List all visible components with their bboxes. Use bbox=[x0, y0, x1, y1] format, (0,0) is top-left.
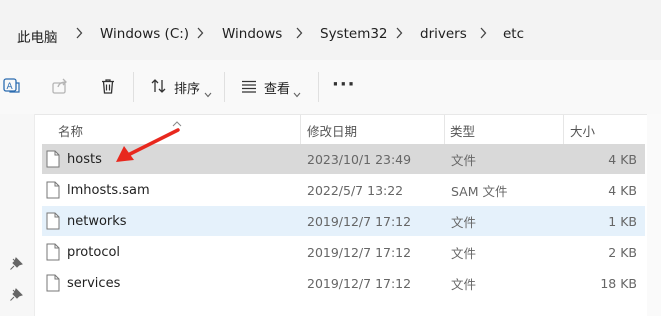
file-name: hosts bbox=[67, 151, 102, 167]
file-size: 18 KB bbox=[600, 275, 637, 291]
breadcrumb-drivers[interactable]: drivers bbox=[420, 26, 467, 42]
chevron-right-icon[interactable] bbox=[194, 23, 206, 43]
file-size: 2 KB bbox=[608, 244, 637, 260]
file-type: 文件 bbox=[451, 276, 477, 292]
sort-icon[interactable] bbox=[149, 76, 169, 96]
column-header-size[interactable]: 大小 bbox=[558, 115, 644, 145]
vertical-scrollbar[interactable] bbox=[647, 114, 661, 316]
breadcrumb-this-pc[interactable]: 此电脑 bbox=[17, 26, 58, 46]
file-modified: 2023/10/1 23:49 bbox=[307, 151, 412, 167]
file-modified: 2019/12/7 17:12 bbox=[307, 244, 412, 260]
toolbar-divider bbox=[133, 72, 134, 102]
file-icon bbox=[46, 150, 60, 172]
column-header-type-label: 类型 bbox=[450, 123, 476, 139]
column-header-modified[interactable]: 修改日期 bbox=[295, 115, 445, 145]
file-type: 文件 bbox=[451, 214, 477, 230]
toolbar-divider bbox=[318, 72, 319, 102]
view-list-icon[interactable] bbox=[239, 76, 259, 96]
pin-icon[interactable] bbox=[9, 287, 23, 306]
translate-icon[interactable]: A bbox=[2, 76, 22, 96]
column-header-modified-label: 修改日期 bbox=[307, 123, 358, 139]
file-name: protocol bbox=[67, 244, 121, 260]
annotation-arrow-icon bbox=[116, 128, 180, 162]
file-icon bbox=[46, 243, 60, 265]
column-header-name-label: 名称 bbox=[58, 123, 84, 139]
navigation-pane bbox=[0, 114, 35, 316]
column-header-size-label: 大小 bbox=[570, 123, 596, 139]
view-button-label[interactable]: 查看 bbox=[264, 78, 290, 97]
share-icon[interactable] bbox=[50, 76, 70, 96]
file-row[interactable]: networks 2019/12/7 17:12 文件 1 KB bbox=[42, 206, 645, 236]
file-row[interactable]: services 2019/12/7 17:12 文件 18 KB bbox=[42, 268, 645, 298]
column-header-type[interactable]: 类型 bbox=[438, 115, 564, 145]
chevron-down-icon[interactable] bbox=[204, 83, 212, 102]
breadcrumb-drive-c[interactable]: Windows (C:) bbox=[100, 26, 189, 42]
file-icon bbox=[46, 212, 60, 234]
pin-icon[interactable] bbox=[9, 256, 23, 275]
chevron-right-icon[interactable] bbox=[393, 23, 405, 43]
address-bar: 此电脑 Windows (C:) Windows System32 driver… bbox=[0, 0, 661, 60]
svg-text:A: A bbox=[7, 82, 14, 92]
toolbar-divider bbox=[224, 72, 225, 102]
file-row[interactable]: lmhosts.sam 2022/5/7 13:22 SAM 文件 4 KB bbox=[42, 175, 645, 205]
file-size: 4 KB bbox=[608, 151, 637, 167]
file-icon bbox=[46, 181, 60, 203]
file-type: SAM 文件 bbox=[451, 183, 508, 199]
chevron-right-icon[interactable] bbox=[73, 23, 85, 43]
file-name: networks bbox=[67, 213, 127, 229]
command-bar: A 排序 查看 ··· bbox=[0, 60, 661, 115]
file-type: 文件 bbox=[451, 152, 477, 168]
trash-icon[interactable] bbox=[98, 76, 118, 96]
file-size: 4 KB bbox=[608, 182, 637, 198]
more-options-button[interactable]: ··· bbox=[332, 74, 356, 95]
chevron-right-icon[interactable] bbox=[293, 23, 305, 43]
file-name: services bbox=[67, 275, 121, 291]
file-name: lmhosts.sam bbox=[67, 182, 150, 198]
file-row[interactable]: protocol 2019/12/7 17:12 文件 2 KB bbox=[42, 237, 645, 267]
breadcrumb-system32[interactable]: System32 bbox=[320, 26, 388, 42]
breadcrumb-etc[interactable]: etc bbox=[503, 26, 524, 42]
file-modified: 2022/5/7 13:22 bbox=[307, 182, 404, 198]
sort-button-label[interactable]: 排序 bbox=[174, 78, 200, 97]
chevron-down-icon[interactable] bbox=[293, 83, 301, 102]
file-icon bbox=[46, 274, 60, 296]
file-type: 文件 bbox=[451, 245, 477, 261]
file-modified: 2019/12/7 17:12 bbox=[307, 213, 412, 229]
file-size: 1 KB bbox=[608, 213, 637, 229]
chevron-right-icon[interactable] bbox=[477, 23, 489, 43]
file-modified: 2019/12/7 17:12 bbox=[307, 275, 412, 291]
breadcrumb-windows[interactable]: Windows bbox=[222, 26, 282, 42]
